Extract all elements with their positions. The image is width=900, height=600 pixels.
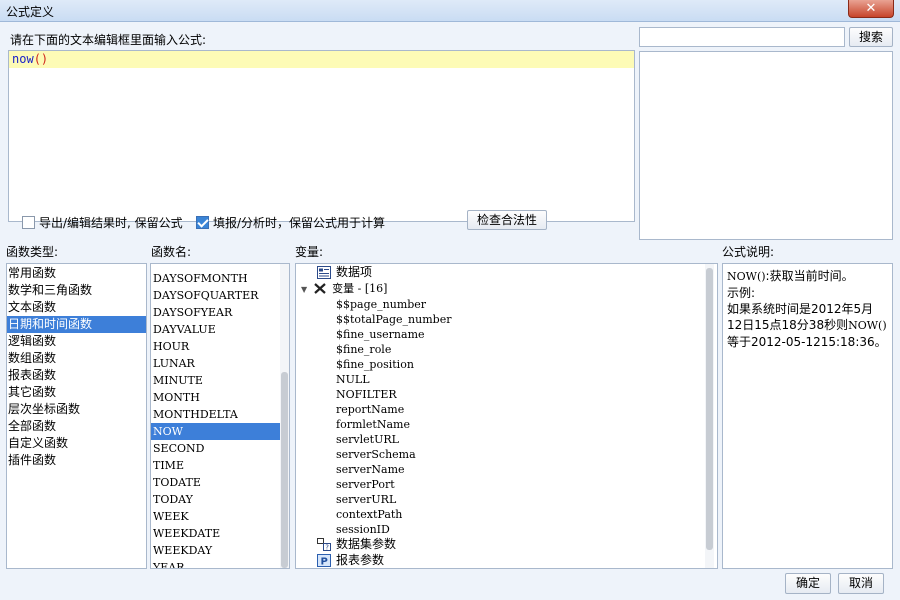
variables-scrollbar[interactable]	[705, 264, 714, 568]
func-type-item[interactable]: 日期和时间函数	[7, 316, 146, 333]
description-text: NOW():获取当前时间。 示例: 如果系统时间是2012年5月12日15点18…	[727, 269, 887, 349]
tree-variable-item[interactable]: reportName	[336, 402, 404, 417]
cancel-button[interactable]: 取消	[838, 573, 884, 594]
expand-arrow-icon[interactable]: ▼	[301, 285, 307, 294]
tree-variable-item[interactable]: $fine_position	[336, 357, 414, 372]
tree-variable-item[interactable]: $fine_role	[336, 342, 391, 357]
tree-variable-item[interactable]: serverSchema	[336, 447, 416, 462]
tree-variable-item[interactable]: NULL	[336, 372, 370, 387]
list-item-partial	[151, 264, 281, 270]
tree-variable-item[interactable]: $$page_number	[336, 297, 426, 312]
func-name-item[interactable]: MINUTE	[151, 372, 281, 389]
func-type-item[interactable]: 逻辑函数	[7, 333, 146, 350]
func-type-item[interactable]: 数组函数	[7, 350, 146, 367]
title-bar: 公式定义 ✕	[0, 0, 900, 22]
func-type-label: 函数类型:	[6, 245, 59, 259]
tree-node-dataset-params[interactable]: ? 数据集参数	[317, 537, 396, 552]
tree-variable-item[interactable]: NOFILTER	[336, 387, 397, 402]
description-panel: NOW():获取当前时间。 示例: 如果系统时间是2012年5月12日15点18…	[722, 263, 893, 569]
func-type-item[interactable]: 文本函数	[7, 299, 146, 316]
func-name-item[interactable]: MONTHDELTA	[151, 406, 281, 423]
func-name-item[interactable]: TODATE	[151, 474, 281, 491]
tree-node-report-params[interactable]: P 报表参数	[317, 553, 384, 568]
check-validity-button[interactable]: 检查合法性	[467, 210, 547, 230]
func-name-item[interactable]: HOUR	[151, 338, 281, 355]
tree-variable-item[interactable]: serverURL	[336, 492, 396, 507]
data-item-icon	[317, 266, 331, 279]
variables-tree[interactable]: 数据项 ▼ 变量 - [16] $$page_number $$totalPage_nu…	[295, 263, 718, 569]
dataset-param-icon: ?	[317, 538, 331, 551]
tree-node-data-items[interactable]: 数据项	[317, 265, 372, 280]
checkbox-keep-formula-compute[interactable]	[196, 216, 209, 229]
func-type-item[interactable]: 自定义函数	[7, 435, 146, 452]
func-name-item[interactable]: DAYSOFQUARTER	[151, 287, 281, 304]
func-name-scrollbar[interactable]	[280, 264, 289, 568]
func-name-item[interactable]: DAYSOFMONTH	[151, 270, 281, 287]
func-type-list[interactable]: 常用函数 数学和三角函数 文本函数 日期和时间函数 逻辑函数 数组函数 报表函数 其它函数 层次…	[6, 263, 147, 569]
func-name-label: 函数名:	[151, 245, 192, 259]
tree-variable-item[interactable]: serverPort	[336, 477, 395, 492]
func-name-item[interactable]: SECOND	[151, 440, 281, 457]
formula-editor[interactable]: now()	[8, 50, 635, 222]
func-name-item[interactable]: MONTH	[151, 389, 281, 406]
func-name-item[interactable]: WEEK	[151, 508, 281, 525]
search-results-panel[interactable]	[639, 51, 893, 240]
func-type-item[interactable]: 层次坐标函数	[7, 401, 146, 418]
report-param-icon: P	[317, 554, 331, 567]
func-type-item[interactable]: 插件函数	[7, 452, 146, 469]
func-name-item[interactable]: TIME	[151, 457, 281, 474]
formula-text: now()	[12, 52, 49, 66]
option-keep-formula-export[interactable]: 导出/编辑结果时, 保留公式	[22, 214, 183, 231]
checkbox-keep-formula-export[interactable]	[22, 216, 35, 229]
func-name-list[interactable]: DAYSOFMONTH DAYSOFQUARTER DAYSOFYEAR DAYVAL…	[150, 263, 290, 569]
func-name-item[interactable]: WEEKDAY	[151, 542, 281, 559]
description-label: 公式说明:	[722, 245, 775, 259]
tree-variable-item[interactable]: contextPath	[336, 507, 402, 522]
scrollbar-thumb[interactable]	[706, 268, 713, 550]
variables-label: 变量:	[295, 245, 324, 259]
func-type-item[interactable]: 常用函数	[7, 265, 146, 282]
tree-variable-item[interactable]: formletName	[336, 417, 410, 432]
window-title: 公式定义	[6, 5, 55, 19]
option-label: 导出/编辑结果时, 保留公式	[39, 216, 183, 230]
tree-variable-item[interactable]: $$totalPage_number	[336, 312, 451, 327]
current-line-highlight	[9, 51, 634, 68]
editor-label: 请在下面的文本编辑框里面输入公式:	[10, 33, 207, 47]
func-name-item[interactable]: LUNAR	[151, 355, 281, 372]
svg-text:?: ?	[325, 544, 329, 552]
search-button[interactable]: 搜索	[849, 27, 893, 47]
scrollbar-thumb[interactable]	[281, 372, 288, 568]
dialog-body: 请在下面的文本编辑框里面输入公式: now() 搜索 导出/编辑结果时, 保留公…	[0, 22, 900, 600]
func-name-item[interactable]: DAYVALUE	[151, 321, 281, 338]
tree-variable-item[interactable]: $fine_username	[336, 327, 425, 342]
func-type-item[interactable]: 其它函数	[7, 384, 146, 401]
func-name-item[interactable]: DAYSOFYEAR	[151, 304, 281, 321]
close-button[interactable]: ✕	[848, 0, 894, 18]
ok-button[interactable]: 确定	[785, 573, 831, 594]
svg-text:P: P	[321, 557, 328, 568]
tree-variable-item[interactable]: servletURL	[336, 432, 399, 447]
variable-icon	[314, 283, 326, 294]
func-name-item[interactable]: NOW	[151, 423, 281, 440]
option-keep-formula-compute[interactable]: 填报/分析时，保留公式用于计算	[196, 214, 385, 231]
func-type-item[interactable]: 数学和三角函数	[7, 282, 146, 299]
func-name-item[interactable]: WEEKDATE	[151, 525, 281, 542]
func-type-item[interactable]: 报表函数	[7, 367, 146, 384]
option-label: 填报/分析时，保留公式用于计算	[213, 216, 386, 230]
tree-variable-item[interactable]: serverName	[336, 462, 405, 477]
func-name-item[interactable]: YEAR	[151, 559, 281, 568]
close-icon: ✕	[865, 1, 877, 16]
func-name-item[interactable]: TODAY	[151, 491, 281, 508]
tree-variable-item[interactable]: sessionID	[336, 522, 390, 537]
func-type-item[interactable]: 全部函数	[7, 418, 146, 435]
search-input[interactable]	[639, 27, 845, 47]
tree-node-variables[interactable]: ▼ 变量 - [16]	[301, 281, 387, 296]
